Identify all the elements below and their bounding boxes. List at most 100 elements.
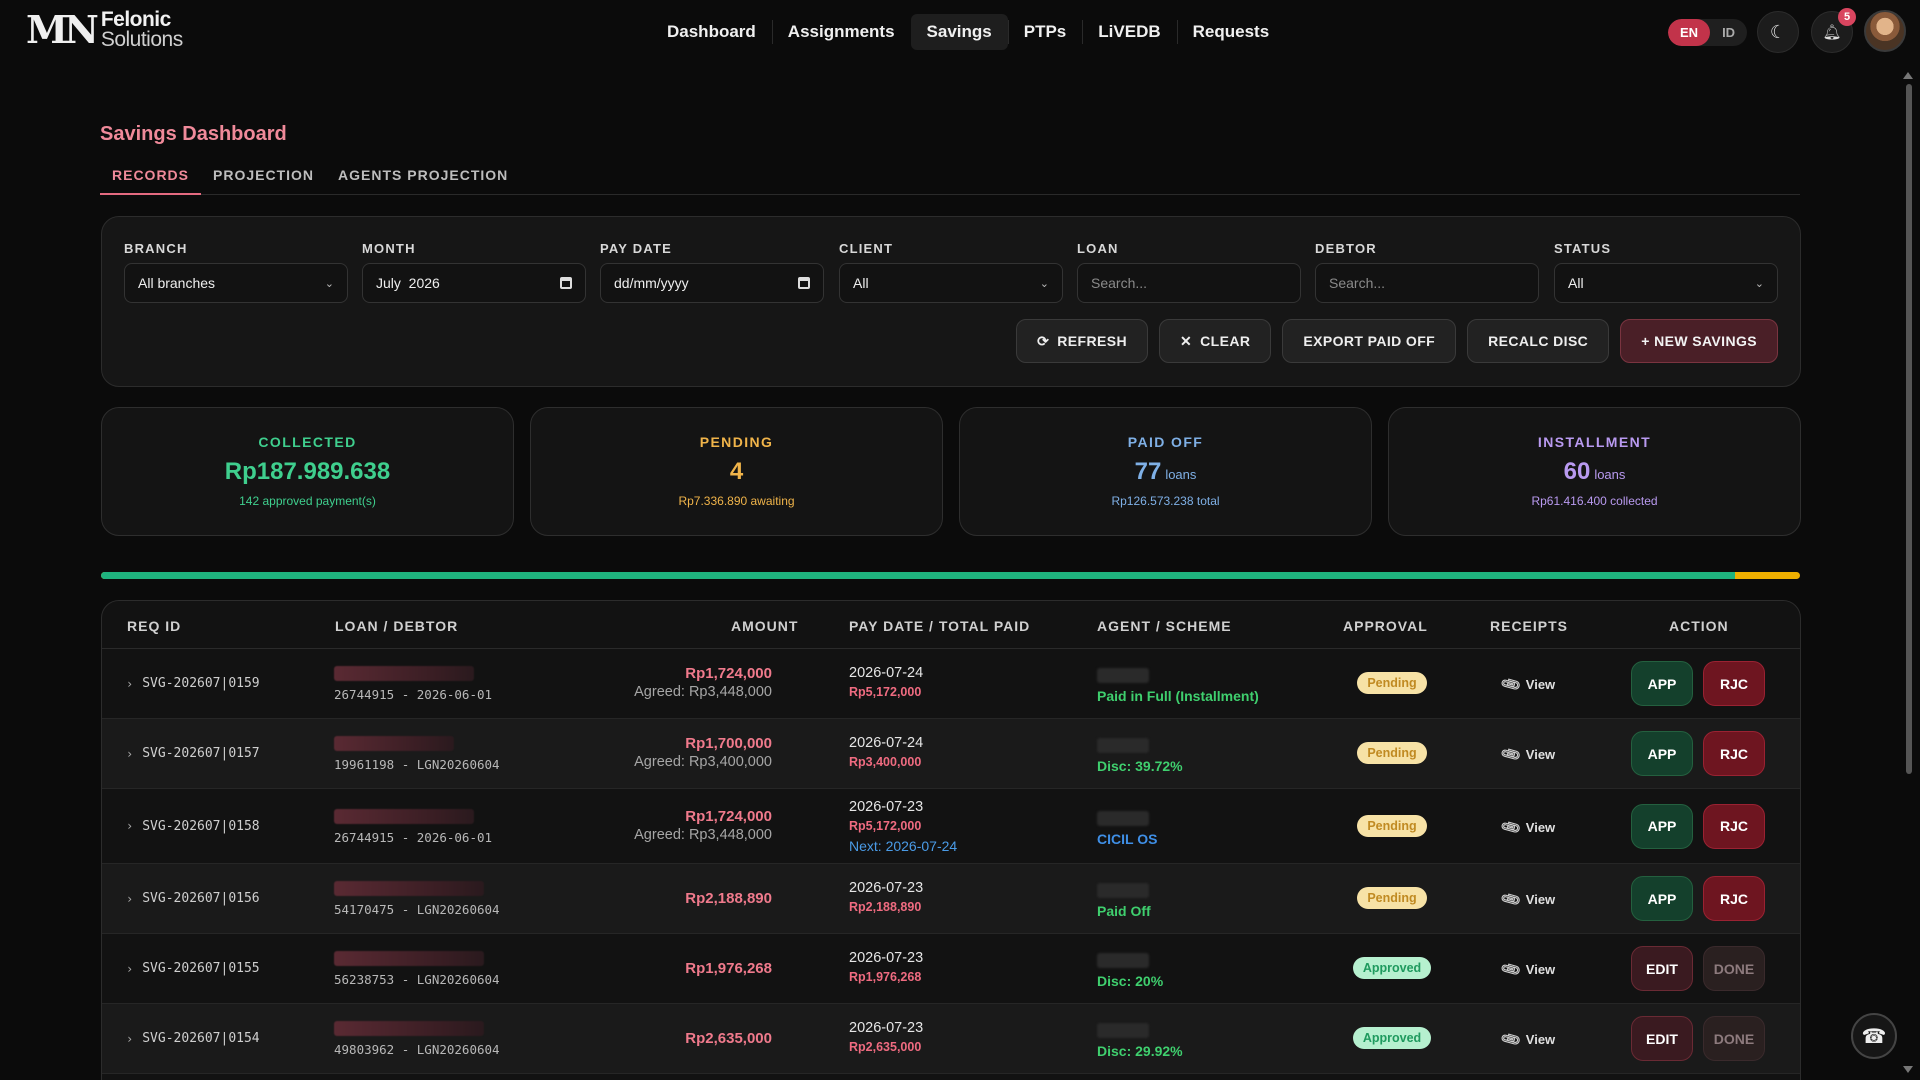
pay-date-cell: 2026-07-24 Rp5,172,000 [849,665,923,699]
table-row[interactable]: › SVG-202607|0159 26744915 - 2026-06-01 … [102,649,1800,719]
approve-button[interactable]: APP [1631,876,1693,921]
bell-icon: 🔔︎ [1822,24,1842,41]
amount-cell: Rp1,724,000 Agreed: Rp3,448,000 [634,665,772,700]
nav-livedb[interactable]: LiVEDB [1082,14,1176,50]
debtor-filter: DEBTOR Search... [1315,241,1539,303]
table-row[interactable]: › SVG-202607|0156 54170475 - LGN20260604… [102,864,1800,934]
page-title: Savings Dashboard [100,123,287,145]
amount-value: Rp2,635,000 [685,1030,772,1047]
paperclip-icon: 📎︎ [1498,672,1523,696]
view-receipt-link[interactable]: 📎︎ View [1499,673,1555,696]
req-id-cell[interactable]: › SVG-202607|0154 [126,1031,260,1046]
branch-filter: BRANCH All branches ⌄ [124,241,348,303]
loan-placeholder: Search... [1091,275,1148,291]
view-receipt-link[interactable]: 📎︎ View [1499,888,1555,911]
tab-projection[interactable]: PROJECTION [201,160,326,195]
redacted-debtor-name [334,1021,484,1036]
redacted-agent-name [1097,883,1149,898]
branch-select[interactable]: All branches ⌄ [124,263,348,303]
client-select[interactable]: All ⌄ [839,263,1063,303]
client-filter: CLIENT All ⌄ [839,241,1063,303]
recalc-disc-button[interactable]: RECALC DISC [1467,319,1610,363]
nav-requests[interactable]: Requests [1176,14,1286,50]
view-receipt-link[interactable]: 📎︎ View [1499,958,1555,981]
reject-button[interactable]: RJC [1703,731,1765,776]
req-id-cell[interactable]: › SVG-202607|0159 [126,676,260,691]
view-receipt-link[interactable]: 📎︎ View [1499,815,1555,838]
req-id-cell[interactable]: › SVG-202607|0158 [126,819,260,834]
loan-search-input[interactable]: Search... [1077,263,1301,303]
approval-cell: Approved [1342,1027,1442,1049]
chevron-right-icon[interactable]: › [126,1032,133,1046]
approval-cell: Pending [1342,742,1442,764]
scroll-up-arrow[interactable] [1903,72,1913,79]
action-buttons: APP RJC [1631,876,1765,921]
status-select[interactable]: All ⌄ [1554,263,1778,303]
scheme-label: Disc: 29.92% [1097,1043,1183,1059]
req-id-cell[interactable]: › SVG-202607|0157 [126,746,260,761]
chevron-right-icon[interactable]: › [126,962,133,976]
nav-ptps[interactable]: PTPs [1007,14,1083,50]
req-id-cell[interactable]: › SVG-202607|0156 [126,891,260,906]
theme-toggle-button[interactable]: ☾ [1757,11,1799,53]
amount-value: Rp1,976,268 [685,960,772,977]
scrollbar-thumb[interactable] [1906,84,1912,774]
chevron-right-icon[interactable]: › [126,677,133,691]
scheme-label: Paid in Full (Installment) [1097,688,1259,704]
table-row[interactable]: › SVG-202607|0154 49803962 - LGN20260604… [102,1004,1800,1074]
reject-button[interactable]: RJC [1703,876,1765,921]
clear-button[interactable]: ✕ CLEAR [1159,319,1272,363]
tab-agents-projection[interactable]: AGENTS PROJECTION [326,160,520,195]
done-button[interactable]: DONE [1703,1016,1765,1061]
scroll-down-arrow[interactable] [1903,1066,1913,1073]
export-paid-off-button[interactable]: EXPORT PAID OFF [1282,319,1457,363]
table-row[interactable]: › SVG-202607|0158 26744915 - 2026-06-01 … [102,789,1800,864]
chevron-right-icon[interactable]: › [126,819,133,833]
chevron-right-icon[interactable]: › [126,892,133,906]
table-row[interactable]: › SVG-202607|0157 19961198 - LGN20260604… [102,719,1800,789]
loan-debtor-cell: 19961198 - LGN20260604 [334,736,500,772]
stat-installment-label: INSTALLMENT [1537,434,1652,450]
done-button[interactable]: DONE [1703,946,1765,991]
stat-collected-label: COLLECTED [258,434,357,450]
pay-date: 2026-07-23 [849,950,924,966]
loan-filter: LOAN Search... [1077,241,1301,303]
debtor-placeholder: Search... [1329,275,1386,291]
table-row[interactable]: › SVG-202607|0155 56238753 - LGN20260604… [102,934,1800,1004]
reject-button[interactable]: RJC [1703,661,1765,706]
new-savings-button[interactable]: + NEW SAVINGS [1620,319,1778,363]
req-id-cell[interactable]: › SVG-202607|0155 [126,961,260,976]
nav-savings[interactable]: Savings [910,14,1008,50]
edit-button[interactable]: EDIT [1631,946,1693,991]
reject-button[interactable]: RJC [1703,803,1765,849]
th-req-id: REQ ID [127,618,182,634]
view-receipt-link[interactable]: 📎︎ View [1499,743,1555,766]
debtor-search-input[interactable]: Search... [1315,263,1539,303]
status-badge: Pending [1357,814,1427,837]
approve-button[interactable]: APP [1631,803,1693,849]
app-logo[interactable]: MN Felonic Solutions [26,9,183,51]
notification-count-badge: 5 [1838,8,1856,26]
phone-call-button[interactable]: ☎ [1851,1013,1897,1059]
tab-records[interactable]: RECORDS [100,160,202,195]
notifications-button[interactable]: 🔔︎ 5 [1811,8,1856,53]
stat-collected-value: Rp187.989.638 [224,458,391,485]
logo-line2: Solutions [100,28,183,51]
view-receipt-link[interactable]: 📎︎ View [1499,1028,1555,1051]
month-input[interactable]: July 2026 [362,263,586,303]
stat-pending-value: 4 [729,458,744,485]
chevron-right-icon[interactable]: › [126,747,133,761]
lang-en-button[interactable]: EN [1668,19,1711,46]
nav-dashboard[interactable]: Dashboard [651,14,772,50]
refresh-button[interactable]: ⟳ REFRESH [1016,319,1148,363]
stat-installment-value: 60 [1563,458,1591,485]
approve-button[interactable]: APP [1631,661,1693,706]
pay-date-input[interactable]: dd/mm/yyyy [600,263,824,303]
lang-id-button[interactable]: ID [1710,19,1747,46]
nav-assignments[interactable]: Assignments [771,14,911,50]
paperclip-icon: 📎︎ [1498,1027,1523,1051]
user-avatar[interactable] [1864,10,1906,52]
edit-button[interactable]: EDIT [1631,1016,1693,1061]
month-value: July 2026 [376,275,440,291]
approve-button[interactable]: APP [1631,731,1693,776]
